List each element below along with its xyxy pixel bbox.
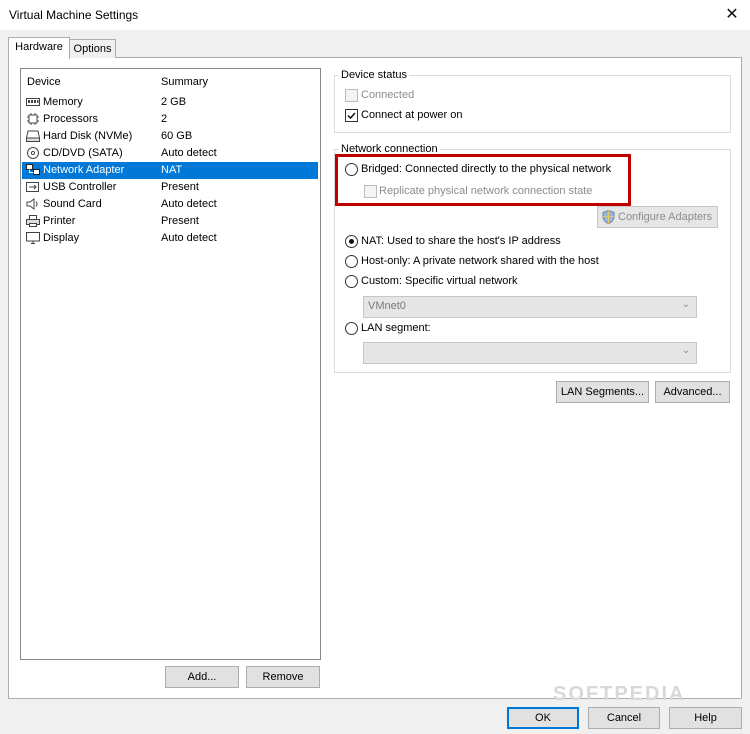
device-row-network-adapter[interactable]: Network Adapter NAT [22, 162, 318, 179]
chevron-down-icon: ⌄ [681, 345, 690, 356]
custom-network-select[interactable]: VMnet0 ⌄ [363, 296, 697, 318]
device-name: Network Adapter [43, 164, 125, 176]
device-summary: 60 GB [161, 130, 193, 142]
close-icon[interactable]: ✕ [722, 5, 742, 25]
add-button[interactable]: Add... [165, 666, 239, 688]
device-row-cd-dvd[interactable]: CD/DVD (SATA) Auto detect [22, 145, 318, 162]
device-row-sound-card[interactable]: Sound Card Auto detect [22, 196, 318, 213]
nat-label: NAT: Used to share the host's IP address [361, 235, 561, 247]
highlight-box [335, 154, 631, 206]
device-summary: Auto detect [161, 147, 217, 159]
device-row-usb-controller[interactable]: USB Controller Present [22, 179, 318, 196]
device-status-group [334, 75, 731, 133]
device-summary: 2 GB [161, 96, 187, 108]
configure-adapters-button[interactable]: Configure Adapters [597, 206, 718, 228]
device-row-display[interactable]: Display Auto detect [22, 230, 318, 247]
lan-segments-button[interactable]: LAN Segments... [556, 381, 649, 403]
processor-icon [27, 113, 39, 125]
connected-checkbox[interactable] [345, 89, 358, 102]
device-name: Hard Disk (NVMe) [43, 130, 133, 142]
lan-segment-select[interactable]: ⌄ [363, 342, 697, 364]
window-title: Virtual Machine Settings [9, 8, 139, 22]
connected-label: Connected [361, 89, 415, 101]
hard-disk-icon [26, 130, 40, 142]
printer-icon [26, 215, 40, 227]
device-row-memory[interactable]: Memory 2 GB [22, 94, 318, 111]
tab-hardware[interactable]: Hardware [8, 37, 70, 59]
device-summary: Auto detect [161, 232, 217, 244]
device-summary: 2 [161, 113, 168, 125]
advanced-button[interactable]: Advanced... [655, 381, 730, 403]
connect-at-power-on-label: Connect at power on [361, 109, 463, 121]
device-name: Sound Card [43, 198, 102, 210]
device-name: Memory [43, 96, 83, 108]
connect-at-power-on-checkbox[interactable] [345, 109, 358, 122]
lan-segment-label: LAN segment: [361, 322, 431, 334]
chevron-down-icon: ⌄ [681, 299, 690, 310]
ok-button[interactable]: OK [507, 707, 579, 729]
cd-dvd-icon [27, 147, 39, 159]
device-summary: Present [161, 215, 199, 227]
shield-icon [602, 210, 615, 224]
custom-network-value: VMnet0 [368, 300, 406, 312]
device-row-printer[interactable]: Printer Present [22, 213, 318, 230]
watermark: SOFTPEDIA [553, 683, 686, 705]
configure-adapters-label: Configure Adapters [618, 211, 713, 223]
device-status-label: Device status [339, 69, 410, 81]
device-row-hard-disk[interactable]: Hard Disk (NVMe) 60 GB [22, 128, 318, 145]
device-name: Printer [43, 215, 76, 227]
check-icon [347, 112, 356, 120]
help-button[interactable]: Help [669, 707, 742, 729]
device-name: Processors [43, 113, 99, 125]
device-summary: NAT [161, 164, 183, 176]
nat-radio[interactable] [345, 235, 358, 248]
tab-options[interactable]: Options [69, 39, 116, 58]
cancel-button[interactable]: Cancel [588, 707, 660, 729]
device-summary: Present [161, 181, 199, 193]
device-name: CD/DVD (SATA) [43, 147, 123, 159]
custom-label: Custom: Specific virtual network [361, 275, 518, 287]
display-icon [26, 232, 40, 244]
device-name: Display [43, 232, 80, 244]
device-column-header[interactable]: Device [27, 76, 61, 88]
host-only-radio[interactable] [345, 255, 358, 268]
summary-column-header[interactable]: Summary [161, 76, 208, 88]
sound-card-icon [26, 198, 38, 210]
host-only-label: Host-only: A private network shared with… [361, 255, 599, 267]
usb-icon [26, 182, 39, 192]
network-adapter-icon [26, 164, 40, 175]
device-name: USB Controller [43, 181, 117, 193]
remove-button[interactable]: Remove [246, 666, 320, 688]
memory-icon [26, 98, 40, 106]
lan-segment-radio[interactable] [345, 322, 358, 335]
device-summary: Auto detect [161, 198, 217, 210]
device-row-processors[interactable]: Processors 2 [22, 111, 318, 128]
custom-radio[interactable] [345, 275, 358, 288]
